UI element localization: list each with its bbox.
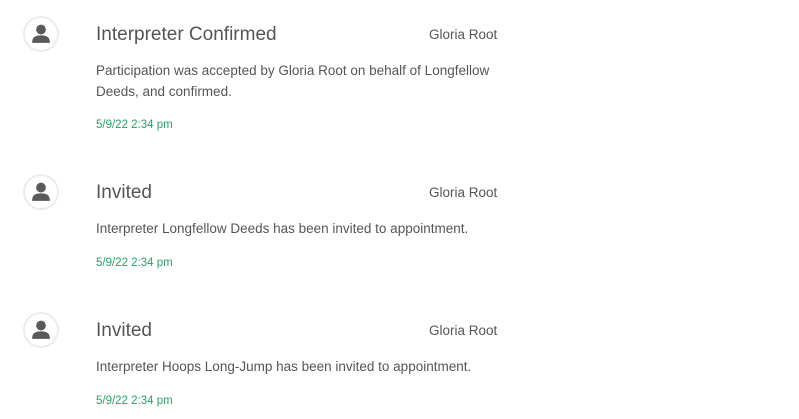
- user-icon: [32, 24, 50, 43]
- activity-description: Interpreter Longfellow Deeds has been in…: [96, 221, 469, 236]
- activity-description: Participation was accepted by Gloria Roo…: [96, 63, 490, 99]
- avatar: [23, 174, 59, 210]
- activity-user: Gloria Root: [429, 27, 498, 42]
- avatar: [23, 312, 59, 348]
- user-icon: [32, 320, 50, 339]
- activity-title: Invited: [96, 182, 152, 203]
- avatar: [23, 16, 59, 52]
- activity-timestamp: 5/9/22 2:34 pm: [96, 257, 173, 269]
- activity-title: Interpreter Confirmed: [96, 24, 277, 45]
- activity-description: Interpreter Hoops Long-Jump has been inv…: [96, 359, 472, 374]
- activity-user: Gloria Root: [429, 185, 498, 200]
- activity-user: Gloria Root: [429, 323, 498, 338]
- activity-title: Invited: [96, 320, 152, 341]
- activity-timestamp: 5/9/22 2:34 pm: [96, 119, 173, 131]
- user-icon: [32, 182, 50, 201]
- activity-timestamp: 5/9/22 2:34 pm: [96, 395, 173, 407]
